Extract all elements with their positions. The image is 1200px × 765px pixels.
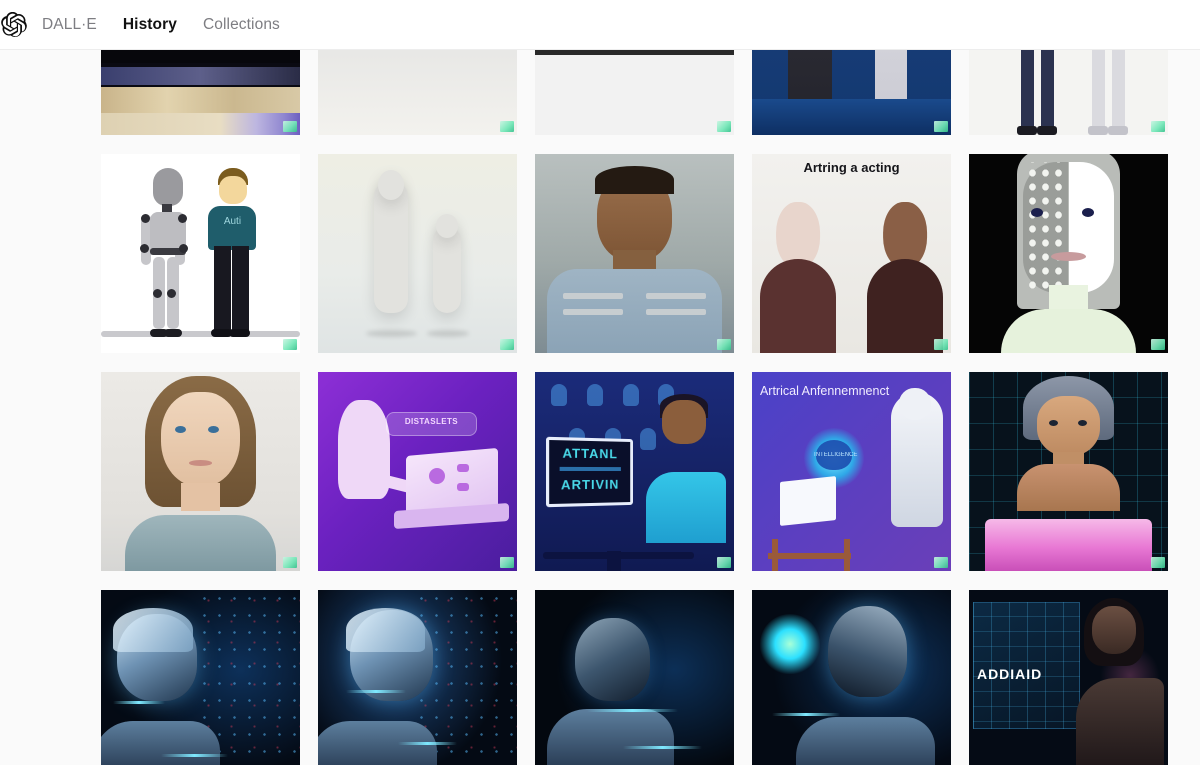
gallery-tile[interactable]: [101, 372, 300, 571]
generation-badge-icon: [934, 339, 948, 350]
gallery-tile[interactable]: [752, 590, 951, 765]
generated-image: [318, 590, 517, 765]
generated-image: Artring a acting: [752, 154, 951, 353]
generated-image: [535, 154, 734, 353]
generation-badge-icon: [717, 339, 731, 350]
generated-image: [318, 50, 517, 135]
generation-badge-icon: [500, 557, 514, 568]
nav-item-collections[interactable]: Collections: [203, 17, 280, 33]
gallery-tile[interactable]: Auti: [101, 154, 300, 353]
generated-image: DISTASLETS: [318, 372, 517, 571]
gallery-tile[interactable]: ATTANL ARTIVIN: [535, 372, 734, 571]
gallery-tile[interactable]: Artrical Anfennemnenct INTELLIGENCE: [752, 372, 951, 571]
generation-badge-icon: [934, 121, 948, 132]
generation-badge-icon: [500, 121, 514, 132]
main-nav: DALL·E History Collections: [42, 17, 280, 33]
generated-image: [535, 590, 734, 765]
generation-badge-icon: [1151, 557, 1165, 568]
nav-item-dalle[interactable]: DALL·E: [42, 17, 97, 33]
generated-image: [535, 50, 734, 135]
image-caption-text: Artrical Anfennemnenct: [759, 383, 890, 398]
generation-badge-icon: [934, 557, 948, 568]
generation-badge-icon: [717, 557, 731, 568]
generated-image: ATTANL ARTIVIN: [535, 372, 734, 571]
image-caption-text: DISTASLETS: [404, 416, 458, 426]
gallery-tile[interactable]: [535, 50, 734, 135]
generation-badge-icon: [283, 121, 297, 132]
gallery-tile[interactable]: [969, 372, 1168, 571]
generated-image: Auti: [101, 154, 300, 353]
gallery-tile[interactable]: [969, 50, 1168, 135]
gallery-tile[interactable]: [535, 590, 734, 765]
generated-image: [318, 154, 517, 353]
generated-image: [101, 50, 300, 135]
generation-badge-icon: [717, 121, 731, 132]
gallery-tile[interactable]: [535, 154, 734, 353]
generated-image: Artrical Anfennemnenct INTELLIGENCE: [752, 372, 951, 571]
nav-item-history[interactable]: History: [123, 17, 177, 33]
gallery-tile[interactable]: [318, 154, 517, 353]
generated-image: [969, 372, 1168, 571]
gallery-tile[interactable]: [318, 50, 517, 135]
top-navigation-bar: DALL·E History Collections: [0, 0, 1200, 50]
image-caption-text: ADDIAID: [976, 665, 1043, 682]
generated-image: [101, 590, 300, 765]
screen-text-line-2: ARTIVIN: [560, 476, 620, 492]
openai-logo-icon[interactable]: [0, 11, 28, 39]
generated-image: [101, 372, 300, 571]
screen-text-line-1: ATTANL: [562, 444, 618, 461]
brain-label-text: INTELLIGENCE: [814, 451, 858, 458]
gallery-tile[interactable]: [101, 590, 300, 765]
gallery-tile[interactable]: [969, 154, 1168, 353]
generated-image: ADDIAID: [969, 590, 1168, 765]
image-history-gallery[interactable]: Auti Artring a acting DISTASLETS ATTANL …: [0, 50, 1200, 765]
generation-badge-icon: [1151, 121, 1165, 132]
generated-image: [969, 154, 1168, 353]
generation-badge-icon: [283, 339, 297, 350]
generated-image: [752, 590, 951, 765]
generated-image: [969, 50, 1168, 135]
image-caption-text: Artring a acting: [803, 159, 900, 175]
gallery-tile[interactable]: [752, 50, 951, 135]
gallery-tile[interactable]: ADDIAID: [969, 590, 1168, 765]
image-grid: Auti Artring a acting DISTASLETS ATTANL …: [101, 50, 1171, 765]
generation-badge-icon: [283, 557, 297, 568]
generation-badge-icon: [500, 339, 514, 350]
gallery-tile[interactable]: [318, 590, 517, 765]
gallery-tile[interactable]: DISTASLETS: [318, 372, 517, 571]
image-caption-text: Auti: [223, 215, 242, 227]
generated-image: [752, 50, 951, 135]
gallery-tile[interactable]: [101, 50, 300, 135]
gallery-tile[interactable]: Artring a acting: [752, 154, 951, 353]
generation-badge-icon: [1151, 339, 1165, 350]
